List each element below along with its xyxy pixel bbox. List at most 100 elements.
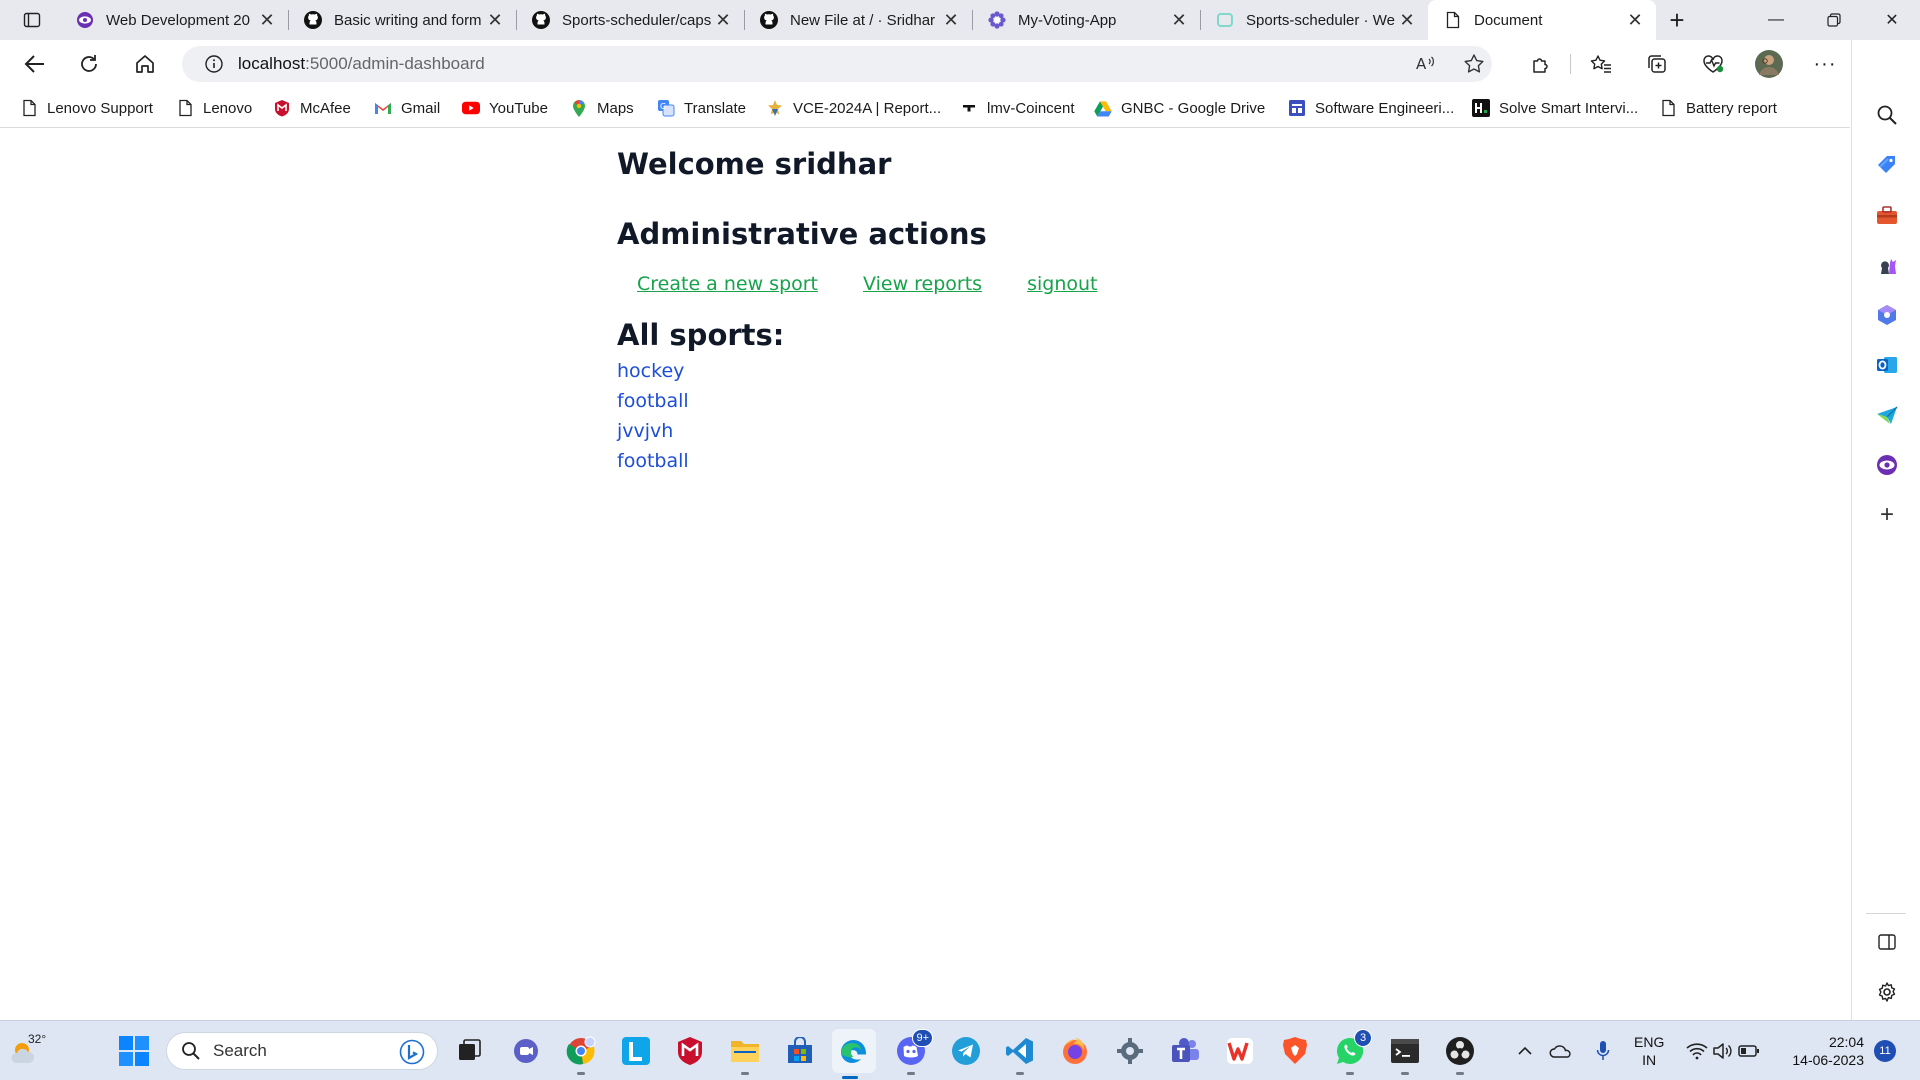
sidebar-eye-extension-button[interactable] bbox=[1872, 450, 1902, 480]
tab-actions-button[interactable] bbox=[14, 6, 50, 34]
notification-center-badge[interactable]: 11 bbox=[1874, 1040, 1896, 1062]
sidebar-hide-button[interactable] bbox=[1872, 927, 1902, 957]
input-language-indicator[interactable]: ENG IN bbox=[1634, 1033, 1664, 1069]
sidebar-shopping-button[interactable] bbox=[1872, 150, 1902, 180]
chrome-app[interactable] bbox=[563, 1033, 599, 1075]
wps-office-app[interactable] bbox=[1222, 1033, 1258, 1069]
favorite-youtube[interactable]: YouTube bbox=[462, 96, 548, 120]
microsoft-store-app[interactable] bbox=[782, 1033, 818, 1069]
edge-app[interactable] bbox=[832, 1029, 876, 1079]
teams-chat-app[interactable] bbox=[508, 1033, 544, 1069]
site-info-icon[interactable] bbox=[196, 46, 232, 82]
system-clock[interactable]: 22:04 14-06-2023 bbox=[1784, 1033, 1864, 1069]
favorite-mcafee[interactable]: McAfee bbox=[273, 96, 351, 120]
close-icon[interactable]: ✕ bbox=[712, 9, 734, 31]
weather-widget[interactable]: 32° bbox=[10, 1031, 50, 1071]
view-reports-link[interactable]: View reports bbox=[863, 273, 982, 295]
start-button[interactable] bbox=[118, 1035, 150, 1067]
sport-link[interactable]: football bbox=[617, 390, 689, 412]
sport-link[interactable]: jvvjvh bbox=[617, 420, 673, 442]
favorite-gmail[interactable]: Gmail bbox=[374, 96, 440, 120]
onedrive-tray-icon[interactable] bbox=[1546, 1021, 1576, 1080]
read-aloud-icon[interactable]: A bbox=[1408, 46, 1444, 82]
task-view-button[interactable] bbox=[452, 1033, 488, 1069]
profile-button[interactable] bbox=[1752, 48, 1786, 80]
favorites-list-icon bbox=[1590, 55, 1611, 73]
close-icon[interactable]: ✕ bbox=[940, 9, 962, 31]
tab-basic-writing[interactable]: Basic writing and form ✕ bbox=[288, 0, 517, 40]
sidebar-outlook-button[interactable] bbox=[1872, 350, 1902, 380]
settings-more-button[interactable]: ··· bbox=[1808, 48, 1842, 80]
collections-button[interactable] bbox=[1640, 48, 1674, 80]
favorite-battery-report[interactable]: Battery report bbox=[1659, 96, 1777, 120]
extensions-button[interactable] bbox=[1524, 48, 1558, 80]
address-bar[interactable]: localhost:5000/admin-dashboard A bbox=[182, 46, 1492, 82]
tab-sports-scheduler-caps[interactable]: Sports-scheduler/caps ✕ bbox=[516, 0, 745, 40]
taskbar-search[interactable]: Search bbox=[166, 1032, 438, 1070]
new-tab-button[interactable]: + bbox=[1662, 5, 1692, 35]
favorite-lenovo[interactable]: Lenovo bbox=[176, 96, 252, 120]
sport-link[interactable]: hockey bbox=[617, 360, 684, 382]
favorite-solve-smart[interactable]: Solve Smart Intervi... bbox=[1472, 96, 1638, 120]
close-icon[interactable]: ✕ bbox=[1168, 9, 1190, 31]
tab-sports-scheduler-web[interactable]: Sports-scheduler · We ✕ bbox=[1200, 0, 1428, 40]
tab-new-file[interactable]: New File at / · Sridhar ✕ bbox=[744, 0, 973, 40]
signout-link[interactable]: signout bbox=[1027, 273, 1097, 295]
close-icon[interactable]: ✕ bbox=[1624, 9, 1646, 31]
running-indicator bbox=[1016, 1072, 1024, 1075]
browser-essentials-button[interactable] bbox=[1696, 48, 1730, 80]
obs-icon bbox=[1446, 1037, 1474, 1065]
close-window-button[interactable]: ✕ bbox=[1864, 0, 1920, 40]
tab-web-development[interactable]: Web Development 20 ✕ bbox=[60, 0, 289, 40]
favorite-translate[interactable]: G Translate bbox=[657, 96, 746, 120]
favorite-gnbc-drive[interactable]: GNBC - Google Drive bbox=[1094, 96, 1265, 120]
favorites-button[interactable] bbox=[1584, 48, 1618, 80]
sidebar-copilot-button[interactable] bbox=[1872, 300, 1902, 330]
sidebar-search-button[interactable] bbox=[1872, 100, 1902, 130]
favorite-software-engineering[interactable]: Software Engineeri... bbox=[1288, 96, 1454, 120]
terminal-app[interactable] bbox=[1387, 1033, 1423, 1075]
obs-app[interactable] bbox=[1442, 1033, 1478, 1075]
close-icon[interactable]: ✕ bbox=[484, 9, 506, 31]
favorite-star-icon[interactable] bbox=[1456, 46, 1492, 82]
sport-link[interactable]: football bbox=[617, 450, 689, 472]
telegram-app[interactable] bbox=[948, 1033, 984, 1069]
favorite-lenovo-support[interactable]: Lenovo Support bbox=[20, 96, 153, 120]
show-hidden-icons-button[interactable] bbox=[1510, 1021, 1540, 1080]
create-sport-link[interactable]: Create a new sport bbox=[637, 273, 818, 295]
teams-app[interactable] bbox=[1167, 1033, 1203, 1069]
refresh-button[interactable] bbox=[72, 48, 106, 80]
favorite-vce-report[interactable]: VCE-2024A | Report... bbox=[766, 96, 941, 120]
network-sound-battery-tray[interactable] bbox=[1683, 1021, 1763, 1080]
minimize-button[interactable]: ― bbox=[1748, 0, 1804, 40]
back-button[interactable] bbox=[18, 48, 52, 80]
microphone-tray-icon[interactable] bbox=[1588, 1021, 1618, 1080]
sidebar-drop-button[interactable] bbox=[1872, 400, 1902, 430]
l-app[interactable] bbox=[618, 1033, 654, 1069]
favorite-lmv-coincent[interactable]: lmv-Coincent bbox=[960, 96, 1075, 120]
close-icon[interactable]: ✕ bbox=[1396, 9, 1418, 31]
file-explorer-app[interactable] bbox=[727, 1033, 763, 1075]
home-button[interactable] bbox=[128, 48, 162, 80]
close-icon[interactable]: ✕ bbox=[256, 9, 278, 31]
tab-document[interactable]: Document ✕ bbox=[1428, 0, 1656, 40]
discord-app[interactable]: 9+ bbox=[893, 1029, 933, 1075]
favorite-label: Gmail bbox=[401, 99, 441, 117]
sidebar-games-button[interactable] bbox=[1872, 250, 1902, 280]
restore-button[interactable] bbox=[1806, 0, 1862, 40]
whatsapp-app[interactable]: 3 bbox=[1332, 1029, 1372, 1075]
vscode-app[interactable] bbox=[1002, 1033, 1038, 1075]
favorite-label: Lenovo bbox=[203, 99, 253, 117]
favorite-maps[interactable]: Maps bbox=[570, 96, 634, 120]
sidebar-tools-button[interactable] bbox=[1872, 200, 1902, 230]
settings-app[interactable] bbox=[1112, 1033, 1148, 1069]
sidebar-settings-button[interactable] bbox=[1872, 977, 1902, 1007]
running-indicator bbox=[741, 1072, 749, 1075]
firefox-app[interactable] bbox=[1057, 1033, 1093, 1069]
tab-my-voting-app[interactable]: My-Voting-App ✕ bbox=[972, 0, 1201, 40]
mcafee-app[interactable] bbox=[672, 1033, 708, 1069]
page-icon bbox=[176, 99, 194, 117]
url-text[interactable]: localhost:5000/admin-dashboard bbox=[238, 54, 485, 74]
brave-app[interactable] bbox=[1277, 1033, 1313, 1069]
sidebar-add-button[interactable]: + bbox=[1872, 500, 1902, 530]
